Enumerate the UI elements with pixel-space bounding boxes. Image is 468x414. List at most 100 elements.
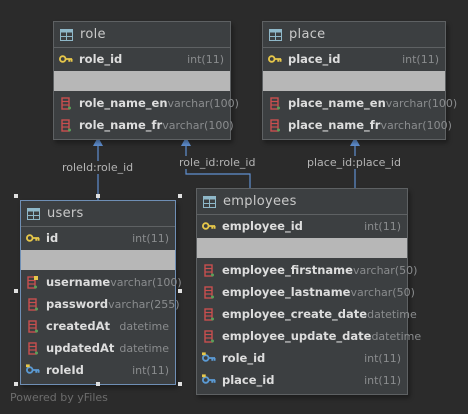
column-type: int(11)	[187, 52, 224, 66]
column-row[interactable]: place_name_fr varchar(100)	[263, 114, 452, 136]
column-name: employee_update_date	[222, 329, 372, 343]
table-title: place	[289, 27, 326, 42]
column-row[interactable]: place_id int(11)	[197, 369, 407, 391]
column-row[interactable]: password varchar(255)	[21, 293, 180, 315]
column-row[interactable]: username varchar(100)	[21, 271, 182, 293]
column-row[interactable]: role_name_fr varchar(100)	[54, 114, 234, 136]
column-icon	[202, 329, 216, 343]
key-section-separator	[21, 250, 175, 270]
table-title: role	[80, 27, 106, 42]
column-name: roleId	[46, 363, 84, 377]
foreign-key-icon	[26, 363, 40, 377]
column-name: id	[46, 231, 59, 245]
column-type: varchar(100)	[167, 96, 239, 110]
table-users[interactable]: users id int(11) username varchar(100) passwo…	[20, 200, 182, 385]
column-icon	[59, 96, 73, 110]
column-row[interactable]: place_id int(11)	[263, 48, 445, 70]
edge-label-users-role: roleId:role_id	[61, 161, 135, 174]
column-name: role_name_en	[79, 96, 168, 110]
column-icon	[268, 118, 282, 132]
column-row[interactable]: roleId int(11)	[21, 359, 175, 381]
table-header[interactable]: role	[54, 22, 230, 48]
column-name: role_id	[222, 351, 266, 365]
column-name: employee_id	[222, 219, 303, 233]
selection-handle-top-right[interactable]	[178, 194, 182, 198]
column-row[interactable]: role_id int(11)	[197, 347, 407, 369]
column-name: updatedAt	[46, 341, 115, 355]
column-row[interactable]: id int(11)	[21, 227, 175, 249]
column-type: datetime	[367, 307, 417, 321]
table-title: users	[47, 206, 84, 221]
selection-handle-bottom-center[interactable]	[96, 382, 100, 386]
column-icon	[268, 96, 282, 110]
column-type: varchar(50)	[352, 263, 418, 277]
column-row[interactable]: employee_update_date datetime	[197, 325, 421, 347]
column-name: role_id	[79, 52, 123, 66]
column-type: varchar(100)	[162, 118, 234, 132]
column-name: employee_create_date	[222, 307, 368, 321]
column-type: datetime	[119, 319, 169, 333]
column-type: datetime	[119, 341, 169, 355]
column-type: varchar(100)	[380, 118, 452, 132]
column-name: username	[46, 275, 111, 289]
table-title: employees	[223, 194, 297, 209]
column-row[interactable]: updatedAt datetime	[21, 337, 175, 359]
column-name: createdAt	[46, 319, 110, 333]
primary-key-icon	[59, 52, 73, 66]
table-header[interactable]: employees	[197, 189, 407, 215]
table-header[interactable]: place	[263, 22, 445, 48]
key-section-separator	[263, 71, 445, 91]
column-type: int(11)	[132, 363, 169, 377]
column-icon	[59, 118, 73, 132]
column-type: int(11)	[132, 231, 169, 245]
column-row[interactable]: role_name_en varchar(100)	[54, 92, 239, 114]
column-type: int(11)	[402, 52, 439, 66]
column-row[interactable]: employee_create_date datetime	[197, 303, 417, 325]
selection-handle-top-left[interactable]	[14, 194, 18, 198]
column-type: int(11)	[364, 351, 401, 365]
foreign-key-icon	[202, 373, 216, 387]
column-name: place_id	[288, 52, 341, 66]
unique-column-icon	[26, 275, 40, 289]
column-type: int(11)	[364, 219, 401, 233]
column-icon	[26, 297, 40, 311]
primary-key-icon	[26, 231, 40, 245]
column-row[interactable]: employee_id int(11)	[197, 215, 407, 237]
table-place[interactable]: place place_id int(11) place_name_en varchar…	[262, 21, 457, 140]
selection-handle-middle-left[interactable]	[14, 289, 18, 293]
column-name: place_id	[222, 373, 275, 387]
column-type: varchar(100)	[385, 96, 458, 110]
column-row[interactable]: employee_lastname varchar(50)	[197, 281, 415, 303]
primary-key-icon	[202, 219, 216, 233]
column-name: place_name_fr	[288, 118, 381, 132]
edge-label-employees-role: role_id:role_id	[178, 156, 257, 169]
column-name: role_name_fr	[79, 118, 163, 132]
selection-handle-middle-right[interactable]	[178, 289, 182, 293]
column-type: datetime	[371, 329, 422, 343]
selection-handle-top-center[interactable]	[96, 194, 100, 198]
key-section-separator	[197, 238, 407, 258]
table-icon	[59, 28, 73, 42]
column-type: varchar(50)	[350, 285, 415, 299]
primary-key-icon	[268, 52, 282, 66]
key-section-separator	[54, 71, 230, 91]
table-role[interactable]: role role_id int(11) role_name_en varchar(10…	[53, 21, 239, 140]
table-icon	[202, 195, 216, 209]
table-employees[interactable]: employees employee_id int(11) employee_firs…	[196, 188, 421, 395]
selection-handle-bottom-right[interactable]	[178, 382, 182, 386]
column-icon	[202, 285, 216, 299]
selection-handle-bottom-left[interactable]	[14, 382, 18, 386]
column-name: place_name_en	[288, 96, 386, 110]
table-header[interactable]: users	[21, 201, 175, 227]
edge-label-employees-place: place_id:place_id	[306, 156, 402, 169]
column-name: employee_firstname	[222, 263, 353, 277]
table-icon	[268, 28, 282, 42]
column-icon	[26, 341, 40, 355]
column-type: int(11)	[364, 373, 401, 387]
column-row[interactable]: role_id int(11)	[54, 48, 230, 70]
column-name: employee_lastname	[222, 285, 351, 299]
column-row[interactable]: createdAt datetime	[21, 315, 175, 337]
column-icon	[202, 263, 216, 277]
column-row[interactable]: employee_firstname varchar(50)	[197, 259, 417, 281]
column-row[interactable]: place_name_en varchar(100)	[263, 92, 457, 114]
